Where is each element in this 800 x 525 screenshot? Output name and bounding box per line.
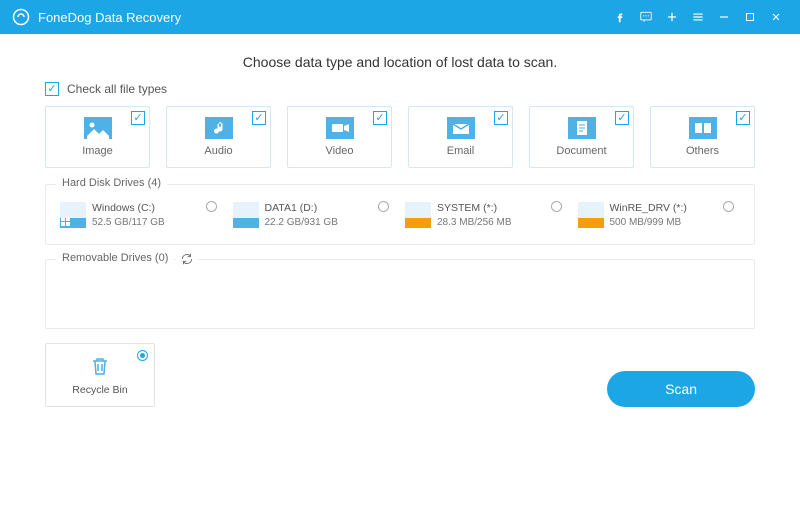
type-label: Audio xyxy=(204,145,232,157)
check-all-checkbox[interactable] xyxy=(45,82,59,96)
type-card-email[interactable]: Email xyxy=(408,106,513,168)
recycle-bin-card[interactable]: Recycle Bin xyxy=(45,343,155,407)
type-card-others[interactable]: Others xyxy=(650,106,755,168)
recycle-label: Recycle Bin xyxy=(72,384,127,396)
video-icon xyxy=(326,117,354,139)
audio-icon xyxy=(205,117,233,139)
type-label: Email xyxy=(447,145,475,157)
page-heading: Choose data type and location of lost da… xyxy=(45,54,755,70)
others-icon xyxy=(689,117,717,139)
drive-size: 500 MB/999 MB xyxy=(610,216,687,230)
maximize-icon[interactable] xyxy=(738,5,762,29)
file-type-grid: Image Audio Video Email Document Others xyxy=(45,106,755,168)
type-label: Video xyxy=(326,145,354,157)
add-icon[interactable] xyxy=(660,5,684,29)
feedback-icon[interactable] xyxy=(634,5,658,29)
type-checkbox[interactable] xyxy=(615,111,629,125)
type-card-document[interactable]: Document xyxy=(529,106,634,168)
drive-icon xyxy=(60,202,86,228)
drive-radio[interactable] xyxy=(551,201,562,212)
type-checkbox[interactable] xyxy=(373,111,387,125)
type-label: Image xyxy=(82,145,113,157)
close-icon[interactable] xyxy=(764,5,788,29)
app-title: FoneDog Data Recovery xyxy=(38,10,181,25)
drive-name: WinRE_DRV (*:) xyxy=(610,201,687,216)
drive-size: 52.5 GB/117 GB xyxy=(92,216,165,230)
drive-radio[interactable] xyxy=(206,201,217,212)
drive-item[interactable]: DATA1 (D:) 22.2 GB/931 GB xyxy=(233,201,396,230)
titlebar: FoneDog Data Recovery xyxy=(0,0,800,34)
type-checkbox[interactable] xyxy=(252,111,266,125)
drive-item[interactable]: SYSTEM (*:) 28.3 MB/256 MB xyxy=(405,201,568,230)
drive-radio[interactable] xyxy=(378,201,389,212)
type-checkbox[interactable] xyxy=(494,111,508,125)
document-icon xyxy=(568,117,596,139)
drive-item[interactable]: Windows (C:) 52.5 GB/117 GB xyxy=(60,201,223,230)
removable-section: Removable Drives (0) xyxy=(45,259,755,329)
trash-icon xyxy=(88,354,112,378)
drive-name: DATA1 (D:) xyxy=(265,201,338,216)
type-label: Document xyxy=(556,145,606,157)
type-card-audio[interactable]: Audio xyxy=(166,106,271,168)
type-card-image[interactable]: Image xyxy=(45,106,150,168)
drive-name: SYSTEM (*:) xyxy=(437,201,511,216)
image-icon xyxy=(84,117,112,139)
type-card-video[interactable]: Video xyxy=(287,106,392,168)
drive-size: 22.2 GB/931 GB xyxy=(265,216,338,230)
type-label: Others xyxy=(686,145,719,157)
minimize-icon[interactable] xyxy=(712,5,736,29)
drive-radio[interactable] xyxy=(723,201,734,212)
removable-legend: Removable Drives (0) xyxy=(56,252,174,264)
email-icon xyxy=(447,117,475,139)
check-all-label: Check all file types xyxy=(67,82,167,96)
hdd-legend: Hard Disk Drives (4) xyxy=(56,177,167,189)
type-checkbox[interactable] xyxy=(736,111,750,125)
scan-button[interactable]: Scan xyxy=(607,371,755,407)
drive-icon xyxy=(578,202,604,228)
menu-icon[interactable] xyxy=(686,5,710,29)
facebook-icon[interactable] xyxy=(608,5,632,29)
drive-item[interactable]: WinRE_DRV (*:) 500 MB/999 MB xyxy=(578,201,741,230)
type-checkbox[interactable] xyxy=(131,111,145,125)
check-all-row[interactable]: Check all file types xyxy=(45,82,755,96)
drive-name: Windows (C:) xyxy=(92,201,165,216)
recycle-radio[interactable] xyxy=(137,350,148,361)
refresh-icon[interactable] xyxy=(176,252,198,266)
drive-icon xyxy=(233,202,259,228)
drive-icon xyxy=(405,202,431,228)
drive-size: 28.3 MB/256 MB xyxy=(437,216,511,230)
hard-disk-section: Hard Disk Drives (4) Windows (C:) 52.5 G… xyxy=(45,184,755,245)
app-logo-icon xyxy=(12,8,30,26)
